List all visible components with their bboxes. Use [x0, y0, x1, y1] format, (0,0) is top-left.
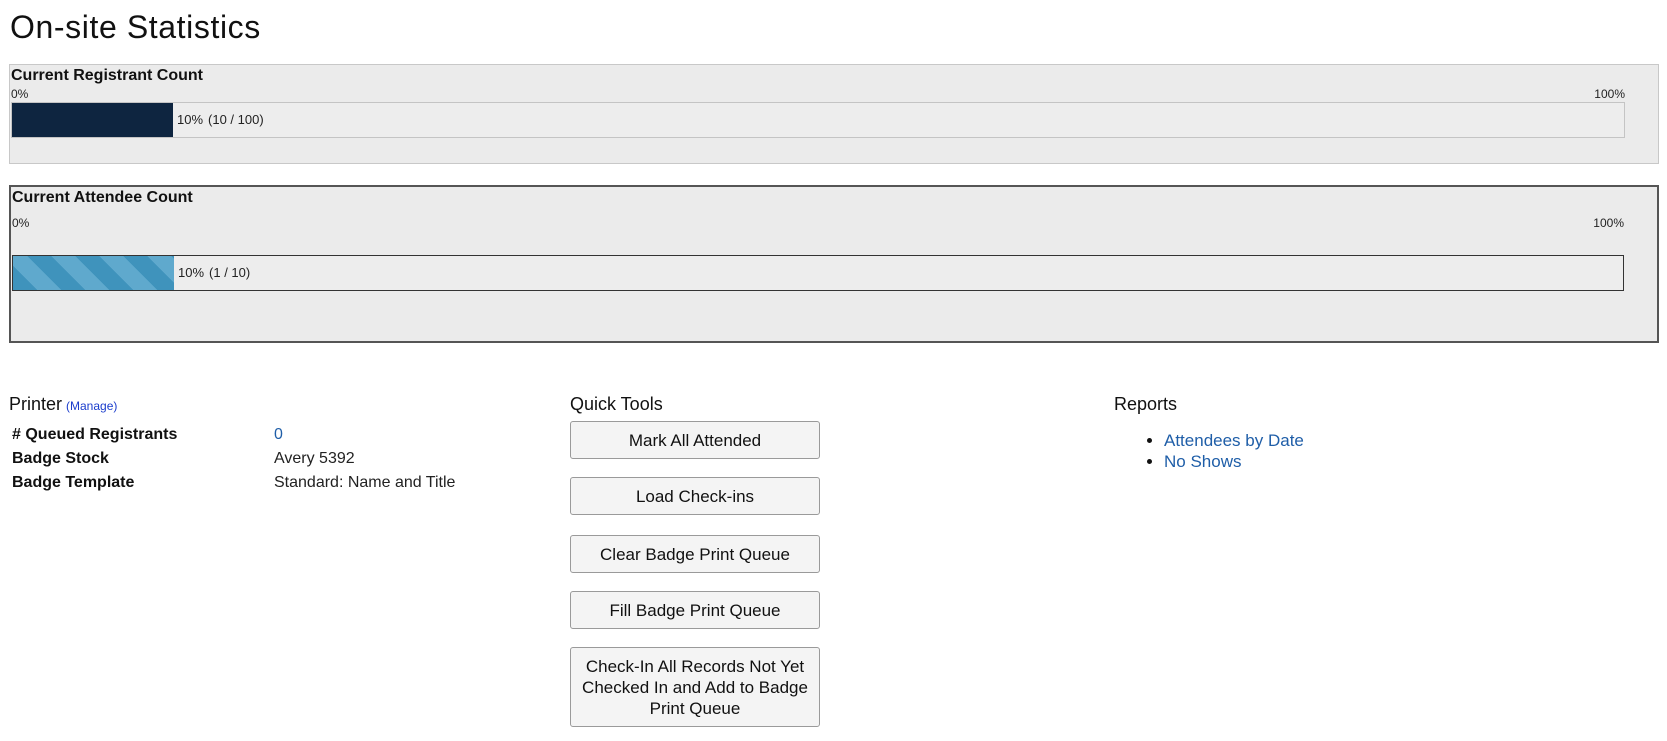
- attendee-percent: 10%: [178, 265, 205, 280]
- attendee-progress-bar: 10% (1 / 10): [12, 255, 1624, 291]
- table-row: # Queued Registrants 0: [12, 423, 455, 447]
- badge-stock-label: Badge Stock: [12, 450, 109, 467]
- attendee-progress-text: 10% (1 / 10): [178, 265, 250, 280]
- registrant-progress-fill: [12, 103, 173, 137]
- registrant-count-label: Current Registrant Count: [11, 67, 203, 84]
- registrant-count: (10 / 100): [208, 112, 264, 127]
- list-item: Attendees by Date: [1164, 430, 1304, 451]
- registrant-progress-text: 10% (10 / 100): [177, 112, 264, 127]
- table-row: Badge Stock Avery 5392: [12, 447, 455, 471]
- attendee-scale-max: 100%: [1593, 216, 1624, 230]
- attendees-by-date-link[interactable]: Attendees by Date: [1164, 431, 1304, 450]
- load-check-ins-button[interactable]: Load Check-ins: [570, 477, 820, 515]
- fill-badge-print-queue-button[interactable]: Fill Badge Print Queue: [570, 591, 820, 629]
- page: On-site Statistics Current Registrant Co…: [0, 0, 1667, 741]
- queued-registrants-label: # Queued Registrants: [12, 426, 178, 443]
- registrant-progress-bar: 10% (10 / 100): [11, 102, 1625, 138]
- check-in-all-and-queue-button[interactable]: Check-In All Records Not Yet Checked In …: [570, 647, 820, 727]
- clear-badge-print-queue-button[interactable]: Clear Badge Print Queue: [570, 535, 820, 573]
- attendee-count-label: Current Attendee Count: [12, 189, 193, 206]
- attendee-count-panel: Current Attendee Count 0% 100% 10% (1 / 1…: [9, 185, 1659, 343]
- mark-all-attended-button[interactable]: Mark All Attended: [570, 421, 820, 459]
- badge-template-label: Badge Template: [12, 474, 135, 491]
- queued-registrants-link[interactable]: 0: [274, 426, 283, 443]
- printer-info-table: # Queued Registrants 0 Badge Stock Avery…: [12, 423, 455, 495]
- no-shows-link[interactable]: No Shows: [1164, 452, 1241, 471]
- registrant-count-panel: Current Registrant Count 0% 100% 10% (10 …: [9, 64, 1659, 164]
- printer-heading: Printer: [9, 394, 63, 414]
- registrant-percent: 10%: [177, 112, 204, 127]
- page-title: On-site Statistics: [10, 9, 261, 45]
- attendee-progress-fill: [13, 256, 174, 290]
- badge-stock-value: Avery 5392: [274, 450, 355, 467]
- list-item: No Shows: [1164, 451, 1304, 472]
- registrant-scale-min: 0%: [11, 87, 29, 101]
- reports-list: Attendees by Date No Shows: [1144, 430, 1304, 472]
- registrant-scale-max: 100%: [1594, 87, 1625, 101]
- attendee-count: (1 / 10): [209, 265, 251, 280]
- quick-tools-heading: Quick Tools: [570, 394, 663, 414]
- table-row: Badge Template Standard: Name and Title: [12, 471, 455, 495]
- reports-heading: Reports: [1114, 394, 1178, 414]
- manage-printer-link[interactable]: (Manage): [66, 399, 117, 413]
- printer-section-heading: Printer (Manage): [9, 394, 117, 415]
- attendee-scale-min: 0%: [12, 216, 30, 230]
- badge-template-value: Standard: Name and Title: [274, 474, 456, 491]
